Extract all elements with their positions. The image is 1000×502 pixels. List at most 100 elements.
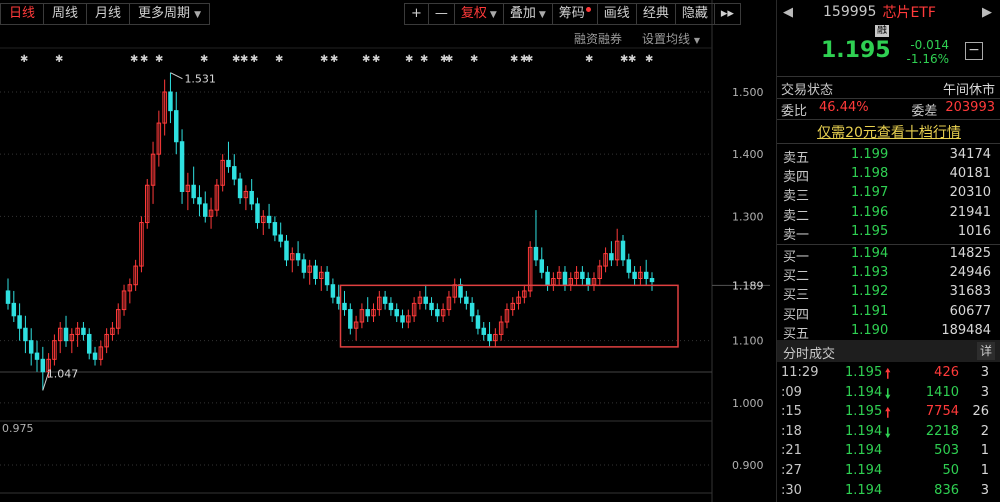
orderbook-price: 1.194 <box>851 246 889 261</box>
event-marker-icon: ✱ <box>420 54 428 65</box>
candle-body <box>5 290 11 304</box>
y-tick-label: 1.500 <box>732 86 764 99</box>
tick-count: 3 <box>980 384 989 400</box>
tick-row: :21 1.194 503 1 <box>781 443 993 463</box>
candle-body <box>469 302 475 317</box>
tick-time: 11:29 <box>781 365 819 380</box>
change-value: -0.014 <box>910 38 949 52</box>
orderbook-row[interactable]: 卖二 1.196 21941 <box>783 205 991 224</box>
zoom-in-button[interactable]: + <box>404 3 428 25</box>
orderbook-row[interactable]: 卖五 1.199 34174 <box>783 147 991 166</box>
orderbook-row[interactable]: 卖一 1.195 1016 <box>783 224 991 243</box>
orderbook-row[interactable]: 买五 1.190 189484 <box>783 323 991 342</box>
orderbook-row[interactable]: 买二 1.193 24946 <box>783 265 991 284</box>
event-marker-icon: ✱ <box>20 54 28 65</box>
candle-body <box>620 240 626 261</box>
candle-body <box>197 197 202 205</box>
weicha-value: 203993 <box>945 99 995 115</box>
collapse-button[interactable]: − <box>965 42 983 60</box>
candle-body <box>63 327 69 342</box>
chevron-right-icon[interactable]: ▶ <box>982 5 994 20</box>
divider <box>777 119 1000 120</box>
tick-price: 1.195 <box>845 365 883 380</box>
chevron-down-icon: ▼ <box>194 10 201 20</box>
candle-body <box>481 327 486 335</box>
candle-body <box>174 110 179 143</box>
orderbook-row[interactable]: 卖四 1.198 40181 <box>783 166 991 185</box>
orderbook-volume: 20310 <box>949 185 991 201</box>
tick-count: 1 <box>980 463 989 478</box>
candle-body <box>435 309 440 317</box>
candle-body <box>643 271 649 279</box>
orderbook-level: 买五 <box>783 326 810 342</box>
ma-settings-label: 设置均线 <box>642 32 691 46</box>
event-marker-icon: ✱ <box>645 54 653 65</box>
event-marker-icon: ✱ <box>330 54 338 65</box>
tick-time: :15 <box>781 404 802 420</box>
tick-price: 1.194 <box>845 423 883 439</box>
event-marker-icon: ✱ <box>140 54 148 65</box>
chevron-left-icon[interactable]: ◀ <box>783 5 795 20</box>
tick-volume: 836 <box>934 482 959 498</box>
event-marker-icon: ✱ <box>445 54 453 65</box>
candle-body <box>487 333 492 342</box>
chevron-down-icon: ▼ <box>693 36 700 45</box>
overlay-button[interactable]: 叠加 ▼ <box>502 3 552 25</box>
security-name: 芯片ETF <box>882 5 936 21</box>
y-tick-label: 1.300 <box>732 210 764 223</box>
orderbook-price: 1.192 <box>851 284 889 300</box>
candle-body <box>562 271 568 286</box>
candle-body <box>28 340 34 354</box>
candle-body <box>533 246 539 261</box>
candle-body <box>295 253 301 261</box>
expand-icon[interactable]: ▸▸ <box>713 3 741 25</box>
event-marker-icon: ✱ <box>405 54 413 65</box>
candle-body <box>278 234 283 242</box>
tick-count: 2 <box>980 423 989 439</box>
orderbook-level: 买一 <box>783 250 810 265</box>
tick-time: :30 <box>781 482 802 498</box>
orderbook-volume: 24946 <box>949 265 991 281</box>
status-value: 午间休市 <box>942 82 995 98</box>
kline-chart[interactable]: 1.500 1.400 1.300 1.100 1.000 0.975 0.900 1.189… <box>0 0 770 502</box>
margin-trading-link[interactable]: 融资融券 <box>574 30 622 47</box>
y-tick-label: 1.000 <box>732 397 764 410</box>
tick-price: 1.194 <box>845 463 883 478</box>
ma-settings-link[interactable]: 设置均线 ▼ <box>642 30 700 47</box>
event-marker-icon: ✱ <box>362 54 370 65</box>
chips-button[interactable]: 筹码 <box>551 3 597 25</box>
orderbook-volume: 34174 <box>949 147 991 162</box>
hide-button[interactable]: 隐藏 <box>674 3 714 25</box>
adjust-button[interactable]: 复权 ▼ <box>453 3 503 25</box>
y-tick-label: 0.975 <box>2 422 34 435</box>
zoom-out-button[interactable]: — <box>427 3 454 25</box>
y-tick-label: 1.100 <box>732 335 764 348</box>
orderbook-row[interactable]: 买一 1.194 14825 <box>783 246 991 265</box>
tab-weekly[interactable]: 周线 <box>43 3 87 25</box>
candle-body <box>324 271 330 286</box>
change-percent: -1.16% <box>906 52 949 66</box>
divider <box>777 76 1000 77</box>
classic-button[interactable]: 经典 <box>635 3 675 25</box>
webi-row: 委比 46.44% 委差 203993 <box>781 99 995 119</box>
orderbook-price: 1.190 <box>851 322 889 338</box>
kline-chart-panel[interactable]: 1.500 1.400 1.300 1.100 1.000 0.975 0.900 1.189… <box>0 0 770 502</box>
current-price-label: 1.189 <box>732 279 764 292</box>
draw-line-button[interactable]: 画线 <box>596 3 636 25</box>
tab-more-periods[interactable]: 更多周期 ▼ <box>129 3 210 25</box>
event-marker-icon: ✱ <box>200 54 208 65</box>
chart-sub-links: 融资融券 设置均线 ▼ <box>574 30 700 47</box>
level2-promo-link[interactable]: 仅需20元查看十档行情 <box>777 122 1000 142</box>
candle-body <box>226 159 231 168</box>
tick-count: 3 <box>980 482 989 498</box>
orderbook-row[interactable]: 买三 1.192 31683 <box>783 284 991 303</box>
orderbook-row[interactable]: 卖三 1.197 20310 <box>783 185 991 204</box>
price-change: -0.014 -1.16% <box>897 38 949 66</box>
orderbook-row[interactable]: 买四 1.191 60677 <box>783 304 991 323</box>
ticks-detail-button[interactable]: 详 <box>977 342 995 360</box>
tab-monthly[interactable]: 月线 <box>86 3 130 25</box>
tab-daily[interactable]: 日线 <box>0 3 44 25</box>
chips-label: 筹码 <box>558 6 585 21</box>
candle-body <box>272 222 278 236</box>
orderbook-price: 1.195 <box>851 223 889 239</box>
